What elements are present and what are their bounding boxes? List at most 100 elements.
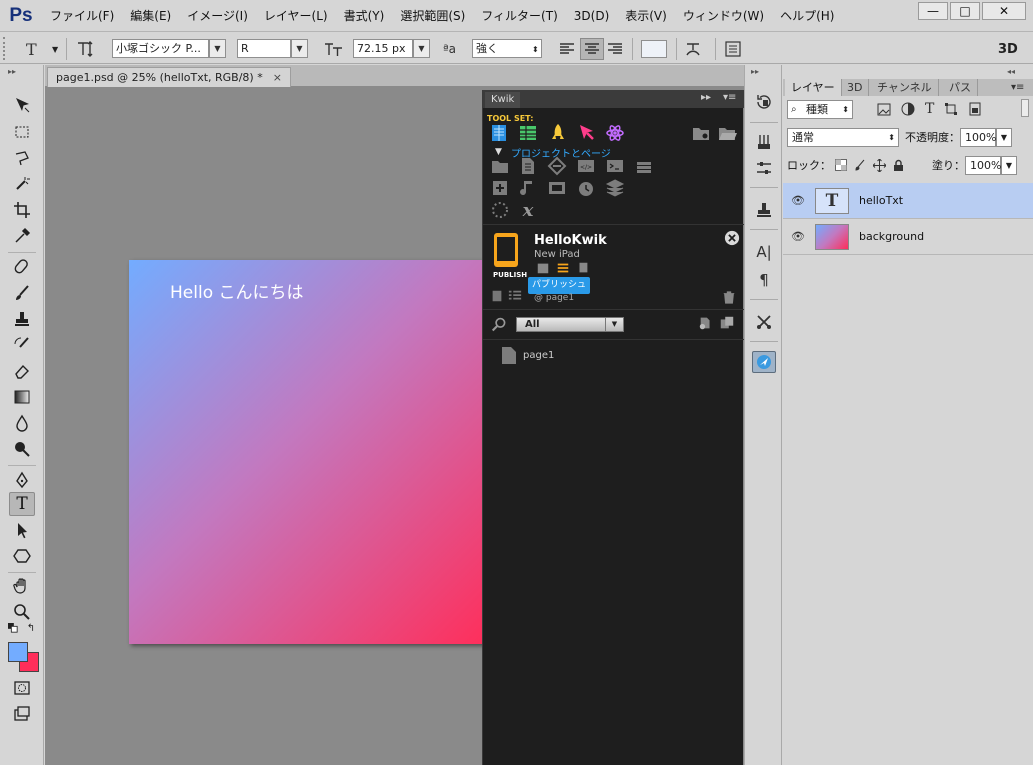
adjustments-panel-icon[interactable] [752,157,776,179]
menu-layer[interactable]: レイヤー(L) [256,0,336,32]
move-tool-icon[interactable] [9,93,35,117]
kwik-menu-icon[interactable]: ▾≡ [723,92,736,103]
minimize-button[interactable]: — [918,2,948,20]
list-view-icon[interactable] [507,288,523,304]
lock-all-icon[interactable] [893,159,904,172]
tab-paths[interactable]: パス [943,79,978,96]
tool-presets-panel-icon[interactable] [752,311,776,333]
font-family-dropdown[interactable]: ▼ [209,39,226,58]
canvas-text-layer[interactable]: Hello こんにちは [170,278,304,303]
eraser-tool-icon[interactable] [9,359,35,383]
filter-pixel-icon[interactable] [877,103,891,116]
type-tool-icon[interactable]: T [9,492,35,516]
swap-colors-icon[interactable]: ↰ [24,621,38,635]
menu-view[interactable]: 表示(V) [617,0,675,32]
screen-mode-icon[interactable] [9,702,35,726]
atom-toolset-icon[interactable] [604,122,626,144]
new-project-icon[interactable] [489,155,511,177]
page-filter-dropdown-icon[interactable]: ▼ [605,318,623,331]
3d-mode-button[interactable]: 3D [998,39,1018,59]
text-color-swatch[interactable] [641,40,667,58]
tools-panel-collapse[interactable]: ▸▸ [0,65,43,79]
document-canvas[interactable]: Hello こんにちは [129,260,489,644]
filter-type-icon[interactable]: T [925,101,934,117]
type-tool-preset[interactable]: T [26,39,37,59]
text-orientation-icon[interactable] [76,39,94,59]
audio-icon[interactable] [517,177,539,199]
pages-icon[interactable] [489,288,505,304]
layer-row-hellotxt[interactable]: 👁 T helloTxt [783,183,1033,219]
paragraph-panel-icon[interactable]: ¶ [752,269,776,291]
tab-channels[interactable]: チャンネル [871,79,939,96]
project-toolset-icon[interactable] [488,122,510,144]
font-style-dropdown[interactable]: ▼ [291,39,308,58]
rocket-toolset-icon[interactable] [547,122,569,144]
opacity-dropdown[interactable]: ▼ [996,127,1012,147]
document-tab-close-icon[interactable]: × [273,71,282,84]
filter-shape-icon[interactable] [944,102,958,116]
filter-kind-select[interactable]: ⌕ 種類 ⬍ [787,99,853,119]
crop-tool-icon[interactable] [9,198,35,222]
filter-toggle-switch[interactable] [1021,99,1029,117]
fill-field[interactable]: 100% [965,155,1001,175]
align-left-icon[interactable] [558,39,576,59]
preset-dropdown-icon[interactable]: ▼ [52,39,58,59]
menu-type[interactable]: 書式(Y) [336,0,393,32]
new-page-icon[interactable] [517,155,539,177]
font-size-dropdown[interactable]: ▼ [413,39,430,58]
gradient-tool-icon[interactable] [9,385,35,409]
path-select-tool-icon[interactable] [9,518,35,542]
shape-tool-icon[interactable] [9,544,35,568]
tab-layers[interactable]: レイヤー [785,79,842,96]
character-panel-icon[interactable]: A| [752,241,776,263]
lasso-tool-icon[interactable] [9,146,35,170]
copy-page-icon[interactable] [718,314,736,332]
page-list-item[interactable]: page1 [501,346,554,365]
lock-pixels-icon[interactable] [854,159,866,171]
layer-row-background[interactable]: 👁 background [783,219,1033,255]
default-colors-icon[interactable] [6,621,20,635]
history-brush-tool-icon[interactable] [9,333,35,357]
trash-icon[interactable] [721,289,737,305]
html-icon[interactable]: </> [575,155,597,177]
filter-adjustment-icon[interactable] [901,102,915,116]
layers-panel-collapse-icon[interactable]: ◂◂ [1007,67,1015,76]
publish-label[interactable]: PUBLISH [493,271,527,279]
marquee-tool-icon[interactable] [9,120,35,144]
maximize-button[interactable]: □ [950,2,980,20]
visibility-eye-icon[interactable]: 👁 [783,230,813,243]
foreground-color-swatch[interactable] [8,642,28,662]
opacity-field[interactable]: 100% [960,127,996,147]
close-button[interactable]: ✕ [982,2,1026,20]
new-folder-icon[interactable] [690,122,712,144]
menu-help[interactable]: ヘルプ(H) [772,0,842,32]
blend-mode-select[interactable]: 通常 ⬍ [787,127,899,147]
options-bar-grip[interactable] [3,37,9,60]
menu-image[interactable]: イメージ(I) [179,0,256,32]
lock-position-icon[interactable] [873,158,886,172]
menu-filter[interactable]: フィルター(T) [473,0,565,32]
close-project-icon[interactable] [723,229,741,247]
align-right-icon[interactable] [606,39,624,59]
add-icon[interactable] [489,177,511,199]
lock-transparency-icon[interactable] [835,159,847,171]
tab-3d[interactable]: 3D [841,79,870,96]
character-panel-icon[interactable] [724,39,742,59]
ipad-device-icon[interactable] [491,232,521,270]
quick-mask-icon[interactable] [9,676,35,700]
clone-source-panel-icon[interactable] [752,199,776,221]
kwik-collapse-icon[interactable]: ▸▸ [701,92,711,103]
quick-select-tool-icon[interactable] [9,172,35,196]
export-icon[interactable] [535,260,551,276]
terminal-icon[interactable] [604,155,626,177]
menu-3d[interactable]: 3D(D) [566,0,617,32]
menu-select[interactable]: 選択範囲(S) [392,0,473,32]
healing-brush-tool-icon[interactable] [9,255,35,279]
video-icon[interactable] [546,177,568,199]
layers-panel-menu-icon[interactable]: ▾≡ [1011,79,1024,96]
stamp-tool-icon[interactable] [9,307,35,331]
fill-dropdown[interactable]: ▼ [1001,155,1017,175]
kwik-tab[interactable]: Kwik [485,92,521,108]
loading-icon[interactable] [489,199,511,221]
pointer-toolset-icon[interactable] [576,122,598,144]
